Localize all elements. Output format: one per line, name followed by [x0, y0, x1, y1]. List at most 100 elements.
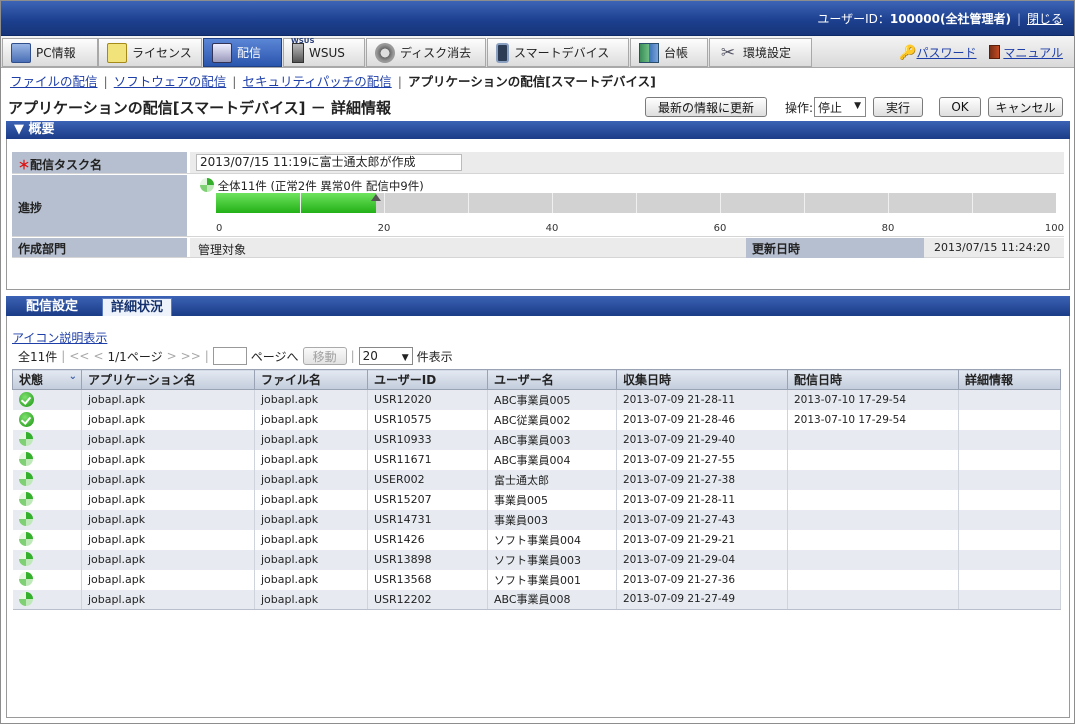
- collected-cell: 2013-07-09 21-28-46: [616, 409, 788, 430]
- prev-page-icon[interactable]: <: [93, 349, 103, 363]
- tab-distribution-settings[interactable]: 配信設定: [18, 298, 86, 316]
- sort-chevron-icon[interactable]: ⌄: [69, 371, 77, 382]
- per-page-select[interactable]: 20 ▼: [358, 347, 413, 365]
- user-name-cell: ソフト事業員003: [487, 549, 617, 570]
- manual-link[interactable]: マニュアル: [1003, 46, 1063, 60]
- in-progress-icon: [18, 512, 33, 526]
- last-page-icon[interactable]: >>: [181, 349, 201, 363]
- file-name-cell: jobapl.apk: [254, 509, 368, 530]
- tab-pc-info[interactable]: PC情報: [2, 38, 98, 67]
- table-row[interactable]: jobapl.apk jobapl.apk USER002 富士通太郎 2013-07-…: [12, 469, 1061, 490]
- column-app-name[interactable]: アプリケーション名: [81, 369, 255, 390]
- page-number-input[interactable]: [212, 347, 247, 365]
- file-name-cell: jobapl.apk: [254, 489, 368, 510]
- app-name-cell: jobapl.apk: [81, 449, 255, 470]
- icon-legend-link[interactable]: アイコン説明表示: [12, 329, 107, 346]
- table-row[interactable]: jobapl.apk jobapl.apk USR15207 事業員005 2013-0…: [12, 489, 1061, 510]
- password-link-group[interactable]: 🔑パスワード: [899, 44, 976, 61]
- page-title: アプリケーションの配信[スマートデバイス] － 詳細情報: [8, 99, 391, 117]
- tab-distribution[interactable]: 配信: [203, 38, 282, 67]
- user-name-cell: 事業員005: [487, 489, 617, 510]
- user-id-cell: USR13898: [367, 549, 488, 570]
- column-user-id[interactable]: ユーザーID: [367, 369, 488, 390]
- table-row[interactable]: jobapl.apk jobapl.apk USR12020 ABC事業員005 201…: [12, 389, 1061, 410]
- separator: |: [61, 349, 66, 363]
- in-progress-icon: [18, 492, 33, 506]
- dept-cell: 管理対象 更新日時 2013/07/15 11:24:20: [190, 238, 1064, 258]
- column-status[interactable]: 状態 ⌄: [12, 369, 82, 390]
- chevron-down-icon: ▼: [854, 101, 861, 111]
- table-row[interactable]: jobapl.apk jobapl.apk USR10933 ABC事業員003 201…: [12, 429, 1061, 450]
- manual-link-group[interactable]: マニュアル: [988, 44, 1063, 61]
- move-button[interactable]: 移動: [302, 347, 347, 365]
- progress-segment-divider: [552, 193, 553, 213]
- first-page-icon[interactable]: <<: [69, 349, 89, 363]
- tab-label: ライセンス: [132, 46, 192, 60]
- tab-detail-status[interactable]: 詳細状況: [102, 298, 173, 316]
- progress-cell: 全体11件 (正常2件 異常0件 配信中9件) 0 20 40 60 80 10…: [190, 175, 1064, 236]
- table-row[interactable]: jobapl.apk jobapl.apk USR11671 ABC事業員004 201…: [12, 449, 1061, 470]
- table-row[interactable]: jobapl.apk jobapl.apk USR10575 ABC従業員002 201…: [12, 409, 1061, 430]
- app-name-cell: jobapl.apk: [81, 429, 255, 450]
- tab-label: PC情報: [36, 46, 76, 60]
- user-info: ユーザーID：100000(全社管理者) | 閉じる: [817, 10, 1063, 27]
- column-collected[interactable]: 収集日時: [616, 369, 788, 390]
- operation-select[interactable]: 停止 ▼: [814, 97, 866, 117]
- tab-label: 台帳: [664, 46, 689, 60]
- file-name-cell: jobapl.apk: [254, 529, 368, 550]
- password-link[interactable]: パスワード: [917, 46, 977, 60]
- close-link[interactable]: 閉じる: [1027, 12, 1063, 26]
- refresh-button[interactable]: 最新の情報に更新: [645, 97, 767, 117]
- column-file-name[interactable]: ファイル名: [254, 369, 368, 390]
- user-name-cell: ソフト事業員004: [487, 529, 617, 550]
- column-user-name[interactable]: ユーザー名: [487, 369, 617, 390]
- delivered-cell: [787, 429, 959, 450]
- cancel-button[interactable]: キャンセル: [988, 97, 1063, 117]
- breadcrumb-file-distribution[interactable]: ファイルの配信: [10, 74, 98, 89]
- total-count: 全11件: [18, 349, 58, 364]
- column-delivered[interactable]: 配信日時: [787, 369, 959, 390]
- user-name-cell: ABC事業員004: [487, 449, 617, 470]
- column-label: 状態: [19, 373, 44, 387]
- breadcrumb-software-distribution[interactable]: ソフトウェアの配信: [114, 74, 227, 89]
- collected-cell: 2013-07-09 21-27-38: [616, 469, 788, 490]
- table-row[interactable]: jobapl.apk jobapl.apk USR13898 ソフト事業員003 201…: [12, 549, 1061, 570]
- file-name-cell: jobapl.apk: [254, 429, 368, 450]
- app-name-cell: jobapl.apk: [81, 529, 255, 550]
- user-name-cell: ABC事業員008: [487, 589, 617, 610]
- user-id-cell: USR10933: [367, 429, 488, 450]
- user-id-cell: USER002: [367, 469, 488, 490]
- tab-smart-device[interactable]: スマートデバイス: [487, 38, 629, 67]
- task-name-label: ＊配信タスク名: [12, 152, 188, 173]
- progress-segment-divider: [972, 193, 973, 213]
- app-name-cell: jobapl.apk: [81, 549, 255, 570]
- wsus-badge: WSUS: [291, 37, 315, 45]
- table-row[interactable]: jobapl.apk jobapl.apk USR1426 ソフト事業員004 2013…: [12, 529, 1061, 550]
- user-name-cell: ABC事業員005: [487, 389, 617, 410]
- table-row[interactable]: jobapl.apk jobapl.apk USR13568 ソフト事業員001 201…: [12, 569, 1061, 590]
- tab-ledger[interactable]: 台帳: [630, 38, 708, 67]
- overview-section-header[interactable]: ▼ 概要: [6, 121, 1070, 139]
- collected-cell: 2013-07-09 21-27-36: [616, 569, 788, 590]
- progress-tick: 40: [545, 223, 559, 234]
- progress-tick: 20: [377, 223, 391, 234]
- label-text: 配信タスク名: [30, 158, 103, 172]
- collected-cell: 2013-07-09 21-29-21: [616, 529, 788, 550]
- in-progress-icon: [18, 452, 33, 466]
- next-page-icon[interactable]: >: [167, 349, 177, 363]
- execute-button[interactable]: 実行: [873, 97, 923, 117]
- column-detail[interactable]: 詳細情報: [958, 369, 1061, 390]
- task-name-row: ＊配信タスク名 2013/07/15 11:19に富士通太郎が作成: [12, 152, 1064, 174]
- tab-license[interactable]: ライセンス: [98, 38, 202, 67]
- tab-disk-erase[interactable]: ディスク消去: [366, 38, 486, 67]
- table-body: jobapl.apk jobapl.apk USR12020 ABC事業員005 201…: [12, 389, 1061, 610]
- per-page-value: 20: [362, 349, 378, 363]
- table-row[interactable]: jobapl.apk jobapl.apk USR14731 事業員003 2013-0…: [12, 509, 1061, 530]
- ok-button[interactable]: OK: [939, 97, 981, 117]
- detail-cell: [958, 549, 1061, 570]
- collected-cell: 2013-07-09 21-28-11: [616, 489, 788, 510]
- table-row[interactable]: jobapl.apk jobapl.apk USR12202 ABC事業員008 201…: [12, 589, 1061, 610]
- tab-settings[interactable]: ✂ 環境設定: [709, 38, 812, 67]
- breadcrumb-security-patch[interactable]: セキュリティパッチの配信: [242, 74, 391, 89]
- file-name-cell: jobapl.apk: [254, 449, 368, 470]
